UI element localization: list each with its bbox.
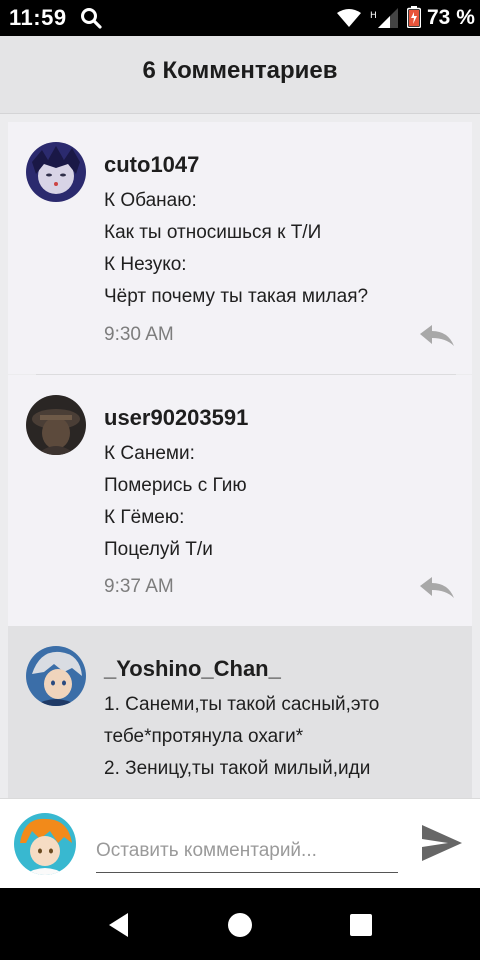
reply-button[interactable] <box>420 324 456 348</box>
comment-text-line: К Обанаю: <box>104 190 197 211</box>
wifi-icon <box>337 9 361 32</box>
comment-text-line: Поцелуй Т/и <box>104 539 213 560</box>
reply-icon <box>420 577 454 598</box>
comment-input[interactable] <box>96 829 398 873</box>
network-type-label: H <box>370 11 377 21</box>
comment-username[interactable]: _Yoshino_Chan_ <box>104 656 281 682</box>
back-triangle-icon <box>109 913 128 937</box>
comment-timestamp: 9:30 AM <box>104 324 174 345</box>
status-bar: 11:59 H 73 % <box>0 0 480 36</box>
comment-text-line: тебе*протянула охаги* <box>104 726 304 747</box>
reply-button[interactable] <box>420 576 456 600</box>
battery-percent: 73 % <box>427 6 475 29</box>
search-icon <box>80 7 102 34</box>
comment-text-line: 1. Санеми,ты такой сасный,это <box>104 694 380 715</box>
send-button[interactable] <box>420 823 464 863</box>
comment-text-line: 2. Зеницу,ты такой милый,иди <box>104 758 371 779</box>
comment-username[interactable]: user90203591 <box>104 405 248 431</box>
comment-text-line: Как ты относишься к Т/И <box>104 222 322 243</box>
battery-icon <box>406 6 422 33</box>
signal-icon: H <box>370 8 400 33</box>
comment-input-bar <box>0 798 480 888</box>
recents-square-icon <box>350 914 372 936</box>
status-time: 11:59 <box>9 5 67 30</box>
avatar[interactable] <box>26 395 86 455</box>
comments-list[interactable]: cuto1047 К Обанаю: Как ты относишься к Т… <box>0 114 480 798</box>
comment-timestamp: 9:37 AM <box>104 576 174 597</box>
reply-icon <box>420 325 454 346</box>
home-button[interactable] <box>227 912 253 938</box>
page-title: 6 Комментариев <box>142 57 338 84</box>
comments-header: 6 Комментариев <box>0 36 480 114</box>
avatar[interactable] <box>26 646 86 706</box>
comment-text-line: К Незуко: <box>104 254 187 275</box>
comment-item[interactable]: cuto1047 К Обанаю: Как ты относишься к Т… <box>8 122 472 374</box>
avatar[interactable] <box>26 142 86 202</box>
comment-item[interactable]: user90203591 К Санеми: Померись с Гию К … <box>8 375 472 626</box>
comment-text-line: К Санеми: <box>104 443 195 464</box>
recents-button[interactable] <box>348 912 374 938</box>
comment-username[interactable]: cuto1047 <box>104 152 199 178</box>
system-nav-bar <box>0 888 480 960</box>
comment-item-highlighted[interactable]: _Yoshino_Chan_ 1. Санеми,ты такой сасный… <box>8 626 472 798</box>
back-button[interactable] <box>106 912 132 938</box>
home-circle-icon <box>228 913 252 937</box>
comment-text-line: Померись с Гию <box>104 475 247 496</box>
send-icon <box>422 825 462 861</box>
comment-text-line: Чёрт почему ты такая милая? <box>104 286 369 307</box>
current-user-avatar[interactable] <box>14 813 76 875</box>
comment-text-line: К Гёмею: <box>104 507 185 528</box>
